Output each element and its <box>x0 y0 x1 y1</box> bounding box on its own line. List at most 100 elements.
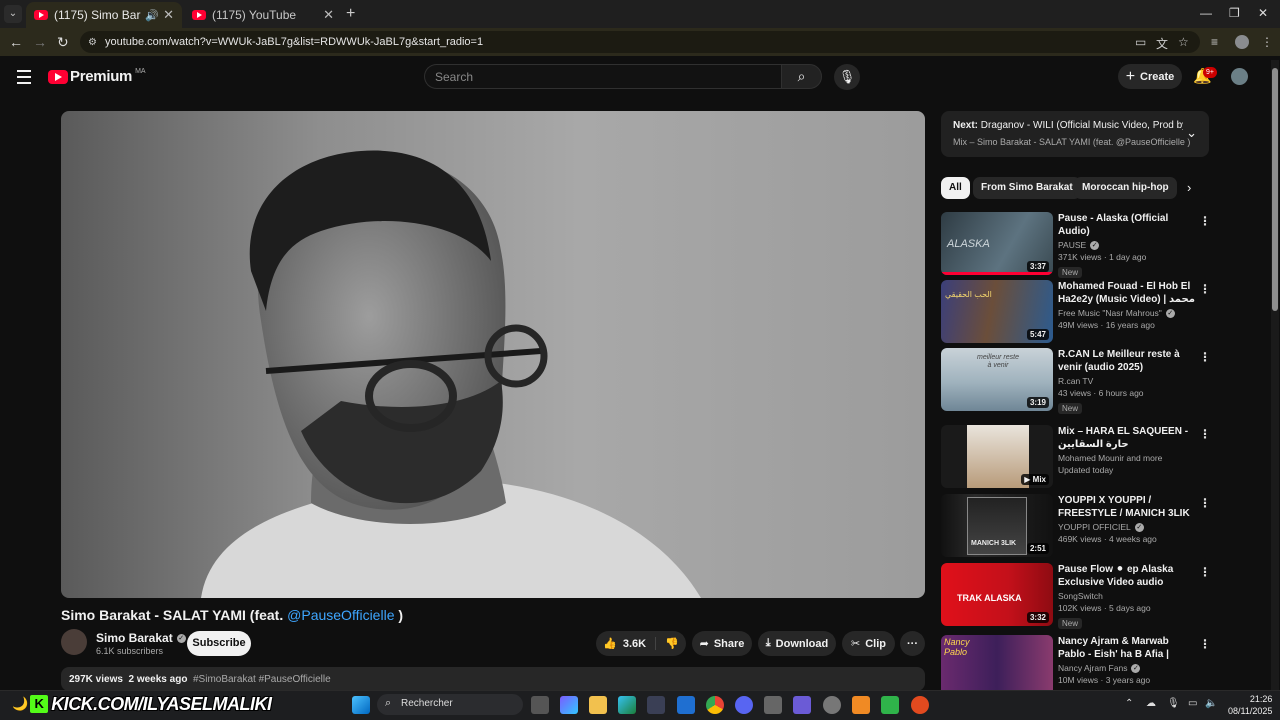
translate-icon[interactable]: 文 <box>1156 35 1168 52</box>
minimize-icon[interactable]: — <box>1200 6 1212 20</box>
clip-button[interactable]: ✂ Clip <box>842 631 895 656</box>
thumb-caption: ALASKA <box>947 238 990 250</box>
copilot-icon[interactable] <box>560 696 578 714</box>
account-avatar[interactable] <box>1231 68 1248 85</box>
video-player[interactable] <box>61 111 925 598</box>
more-vertical-icon[interactable]: ⋮ <box>1199 637 1211 651</box>
onedrive-icon[interactable]: ☁ <box>1146 698 1156 709</box>
more-vertical-icon[interactable]: ⋮ <box>1199 496 1211 510</box>
taskbar-search[interactable]: ⌕ Rechercher <box>377 694 523 715</box>
browser-menu-icon[interactable]: ⋮ <box>1261 35 1273 49</box>
restore-icon[interactable]: ❐ <box>1229 6 1240 20</box>
channel-avatar[interactable] <box>61 629 87 655</box>
bookmark-star-icon[interactable]: ☆ <box>1178 35 1189 49</box>
hamburger-menu-icon[interactable] <box>17 70 31 88</box>
related-video[interactable]: meilleur reste à venir 3:19 R.CAN Le Mei… <box>941 348 1221 414</box>
channel-name: Nancy Ajram Fans ✓ <box>1058 663 1198 674</box>
subscribe-button[interactable]: Subscribe <box>187 631 251 656</box>
youtube-logo[interactable]: Premium MA <box>48 68 146 85</box>
new-tab-button[interactable]: + <box>346 5 355 23</box>
thumbnail[interactable]: MANICH 3LIK 2:51 <box>941 494 1053 557</box>
chip-all[interactable]: All <box>941 177 970 199</box>
more-vertical-icon[interactable]: ⋮ <box>1199 350 1211 364</box>
thumbnail[interactable]: الحب الحقيقي 5:47 <box>941 280 1053 343</box>
tab-inactive[interactable]: (1175) YouTube ✕ <box>184 2 342 28</box>
thumbnail[interactable]: TRAK ALASKA 3:32 <box>941 563 1053 626</box>
thumbnail[interactable]: meilleur reste à venir 3:19 <box>941 348 1053 411</box>
media-player-icon[interactable] <box>881 696 899 714</box>
mention-link[interactable]: @PauseOfficielle <box>287 607 394 623</box>
channel-name: R.can TV <box>1058 376 1198 386</box>
chip-from-channel[interactable]: From Simo Barakat <box>973 177 1081 199</box>
discord-icon[interactable] <box>735 696 753 714</box>
game-controller-icon[interactable] <box>793 696 811 714</box>
video-title: YOUPPI X YOUPPI / FREESTYLE / MANICH 3LI… <box>1058 495 1190 519</box>
playlist-up-next-panel[interactable]: Next: Draganov - WILI (Official Music Vi… <box>941 111 1209 157</box>
cast-icon[interactable]: ▭ <box>1135 35 1146 49</box>
windows-start-icon[interactable] <box>352 696 370 714</box>
microsoft-store-icon[interactable] <box>647 696 665 714</box>
mail-icon[interactable] <box>677 696 695 714</box>
download-label: Download <box>775 637 829 650</box>
more-vertical-icon[interactable]: ⋮ <box>1199 427 1211 441</box>
thumbnail[interactable]: ▶ Mix <box>941 425 1053 488</box>
related-video[interactable]: Nancy Pablo Nancy Ajram & Marwab Pablo -… <box>941 635 1221 690</box>
chip-genre[interactable]: Moroccan hip-hop <box>1074 177 1177 199</box>
channel-text: R.can TV <box>1058 376 1094 386</box>
thumbnail[interactable]: ALASKA 3:37 <box>941 212 1053 275</box>
close-tab-icon[interactable]: ✕ <box>323 7 334 23</box>
speaker-icon[interactable]: 🔊 <box>145 9 159 22</box>
video-title: Nancy Ajram & Marwab Pablo - Eish' ha B … <box>1058 636 1169 660</box>
related-video[interactable]: TRAK ALASKA 3:32 Pause Flow ⚫ ep Alaska … <box>941 563 1221 629</box>
tab-search-icon[interactable]: ⌄ <box>4 5 22 23</box>
dislike-button[interactable]: 👎 <box>665 637 679 650</box>
site-info-icon[interactable]: ⚙ <box>88 37 97 48</box>
app-orange-icon[interactable] <box>852 696 870 714</box>
system-clock[interactable]: 21:26 08/11/2025 <box>1228 693 1272 717</box>
profile-avatar[interactable] <box>1235 35 1249 49</box>
close-window-icon[interactable]: ✕ <box>1258 6 1268 20</box>
more-actions-button[interactable]: ··· <box>900 631 925 656</box>
related-video[interactable]: MANICH 3LIK 2:51 YOUPPI X YOUPPI / FREES… <box>941 494 1221 558</box>
download-button[interactable]: ⤓ Download <box>758 631 836 656</box>
share-button[interactable]: ➦ Share <box>692 631 752 656</box>
settings-icon[interactable] <box>823 696 841 714</box>
back-icon[interactable]: ← <box>9 34 23 50</box>
app-icon[interactable] <box>764 696 782 714</box>
more-vertical-icon[interactable]: ⋮ <box>1199 282 1211 296</box>
obs-icon[interactable] <box>911 696 929 714</box>
address-bar[interactable]: ⚙ youtube.com/watch?v=WWUk-JaBL7g&list=R… <box>80 31 1200 53</box>
create-button[interactable]: + Create <box>1118 64 1182 89</box>
related-mix[interactable]: ▶ Mix Mix – HARA EL SAQUEEN - حارة السقا… <box>941 425 1221 489</box>
like-button[interactable]: 👍 3.6K <box>603 637 657 650</box>
related-video[interactable]: ALASKA 3:37 Pause - Alaska (Official Aud… <box>941 212 1221 279</box>
more-vertical-icon[interactable]: ⋮ <box>1199 214 1211 228</box>
scrollbar-thumb[interactable] <box>1272 68 1278 311</box>
volume-icon[interactable]: 🔈 <box>1205 698 1217 709</box>
chevron-right-icon[interactable]: › <box>1187 180 1191 195</box>
forward-icon[interactable]: → <box>33 34 47 50</box>
youtube-favicon-icon <box>192 10 206 20</box>
search-button[interactable]: ⌕ <box>781 64 822 89</box>
network-icon[interactable]: ▭ <box>1188 698 1197 709</box>
more-vertical-icon[interactable]: ⋮ <box>1199 565 1211 579</box>
close-tab-icon[interactable]: ✕ <box>163 7 174 23</box>
edge-icon[interactable] <box>618 696 636 714</box>
reload-icon[interactable]: ↻ <box>57 34 69 51</box>
file-explorer-icon[interactable] <box>589 696 607 714</box>
voice-search-button[interactable]: 🎙 <box>834 64 860 90</box>
channel-name[interactable]: Simo Barakat ✓ <box>96 631 186 645</box>
task-view-icon[interactable] <box>531 696 549 714</box>
chrome-icon[interactable] <box>706 696 724 714</box>
reading-list-icon[interactable]: ≡ <box>1211 35 1218 49</box>
thumbnail[interactable]: Nancy Pablo <box>941 635 1053 690</box>
tray-chevron-icon[interactable]: ⌃ <box>1125 698 1133 709</box>
description-box[interactable]: 297K views 2 weeks ago #SimoBarakat #Pau… <box>61 667 925 691</box>
page-scrollbar[interactable] <box>1271 60 1279 690</box>
hashtags[interactable]: #SimoBarakat #PauseOfficielle <box>193 674 331 685</box>
search-input[interactable]: Search <box>424 64 781 89</box>
chevron-down-icon[interactable]: ⌄ <box>1186 125 1197 141</box>
microphone-icon[interactable]: 🎙 <box>1167 698 1180 709</box>
related-video[interactable]: الحب الحقيقي 5:47 Mohamed Fouad - El Hob… <box>941 280 1221 344</box>
tab-active[interactable]: (1175) Simo Barakat - SALAT 🔊 ✕ <box>26 2 182 28</box>
